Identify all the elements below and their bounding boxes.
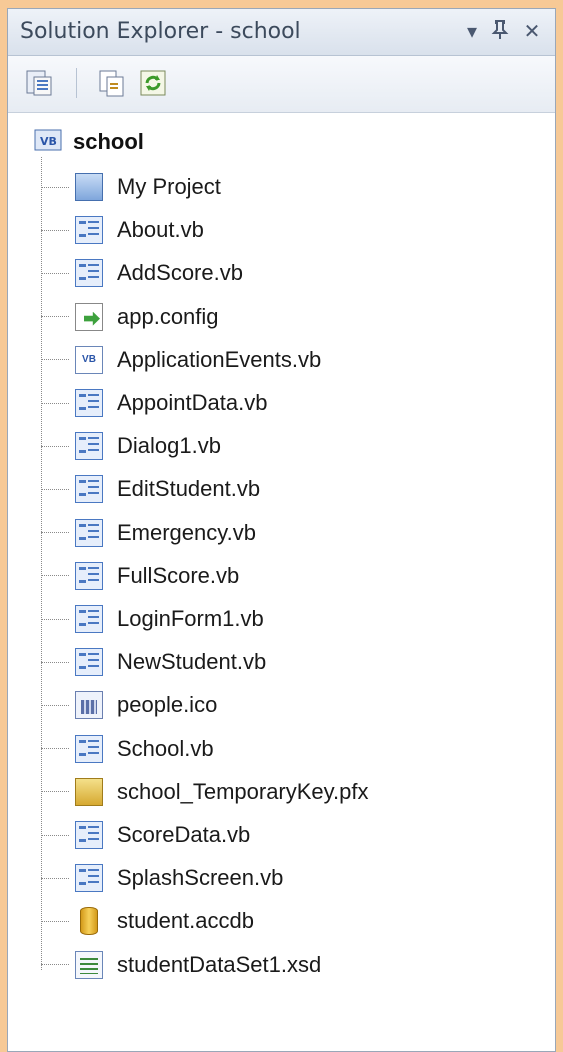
ico-file-icon xyxy=(75,691,103,720)
refresh-icon[interactable] xyxy=(138,68,168,98)
tree-item-label: ApplicationEvents.vb xyxy=(117,346,322,372)
tree-item[interactable]: FullScore.vb xyxy=(41,558,239,594)
form-icon xyxy=(75,605,103,633)
key-icon xyxy=(75,777,103,806)
tree-item[interactable]: AppointData.vb xyxy=(41,385,267,421)
tree-item-label: EditStudent.vb xyxy=(117,476,261,502)
tree-item[interactable]: Dialog1.vb xyxy=(41,428,221,464)
tree-connector xyxy=(41,402,69,404)
tree-item-label: ScoreData.vb xyxy=(117,822,251,847)
tree-item-label: school_TemporaryKey.pfx xyxy=(117,778,369,804)
database-icon xyxy=(80,907,98,936)
form-icon xyxy=(75,259,103,288)
tree-item-label: FullScore.vb xyxy=(117,562,240,588)
toolbar-separator xyxy=(76,68,77,98)
tree-root-label: school xyxy=(73,129,144,154)
form-icon xyxy=(75,648,103,677)
tree-item-label: studentDataSet1.xsd xyxy=(117,951,322,977)
tree-connector xyxy=(41,445,69,447)
tree-item[interactable]: Emergency.vb xyxy=(41,515,256,551)
tree-item[interactable]: people.ico xyxy=(41,687,217,723)
tree-item[interactable]: SplashScreen.vb xyxy=(41,860,283,896)
tree-connector xyxy=(41,618,69,620)
tree-connector xyxy=(41,575,69,577)
tree-item-label: NewStudent.vb xyxy=(117,649,267,675)
form-icon xyxy=(75,821,103,849)
solution-tree: VB school My Project About.vb AddScore.vb a… xyxy=(8,113,555,1051)
tree-item[interactable]: EditStudent.vb xyxy=(41,471,260,507)
svg-text:VB: VB xyxy=(40,135,57,148)
vb-file-icon: VB xyxy=(75,345,103,374)
tree-item[interactable]: student.accdb xyxy=(41,903,254,939)
tree-item[interactable]: About.vb xyxy=(41,212,204,248)
tree-connector xyxy=(41,532,69,534)
dataset-icon xyxy=(75,950,103,979)
tree-item-label: app.config xyxy=(117,303,219,329)
tree-connector xyxy=(41,877,69,879)
form-icon xyxy=(75,561,103,590)
vb-project-icon: VB xyxy=(33,126,63,159)
my-project-icon xyxy=(75,173,103,201)
tree-connector xyxy=(41,704,69,706)
tree-connector xyxy=(41,359,69,361)
tree-connector xyxy=(41,920,69,922)
window-frame: Solution Explorer - school ▾ ✕ VB school… xyxy=(0,0,563,1052)
form-icon xyxy=(75,518,103,547)
show-all-files-icon[interactable] xyxy=(96,68,126,98)
form-icon xyxy=(75,734,103,763)
pin-icon[interactable] xyxy=(488,18,512,44)
tree-item-label: AddScore.vb xyxy=(117,260,243,286)
tree-item[interactable]: school_TemporaryKey.pfx xyxy=(41,774,369,810)
tree-item-label: people.ico xyxy=(117,692,218,718)
properties-icon[interactable] xyxy=(24,68,54,98)
tree-item[interactable]: LoginForm1.vb xyxy=(41,601,264,637)
tree-item[interactable]: ScoreData.vb xyxy=(41,817,250,853)
form-icon xyxy=(75,864,103,893)
tree-item-label: About.vb xyxy=(117,217,204,243)
tree-connector xyxy=(41,964,69,966)
tree-item-label: Dialog1.vb xyxy=(117,433,221,459)
tree-item-label: My Project xyxy=(117,174,221,199)
tree-item-label: LoginForm1.vb xyxy=(117,606,264,631)
tree-item-label: Emergency.vb xyxy=(117,519,256,545)
tree-item-label: student.accdb xyxy=(117,908,254,934)
tree-connector xyxy=(41,834,69,836)
tree-root-school[interactable]: VB school xyxy=(33,125,144,159)
config-icon xyxy=(75,302,103,331)
tree-connector xyxy=(41,272,69,274)
tree-item[interactable]: My Project xyxy=(41,169,221,205)
tree-connector xyxy=(41,791,69,793)
tree-connector xyxy=(41,186,69,188)
toolbar xyxy=(8,56,555,113)
tree-connector xyxy=(41,661,69,663)
solution-explorer-panel: Solution Explorer - school ▾ ✕ VB school… xyxy=(7,8,556,1052)
tree-item[interactable]: VB ApplicationEvents.vb xyxy=(41,342,321,378)
tree-item-label: AppointData.vb xyxy=(117,390,268,415)
tree-item[interactable]: AddScore.vb xyxy=(41,255,243,291)
form-icon xyxy=(75,432,103,461)
tree-connector xyxy=(41,316,69,318)
form-icon xyxy=(75,389,103,417)
form-icon xyxy=(75,216,103,245)
tree-item-label: SplashScreen.vb xyxy=(117,865,284,891)
tree-connector xyxy=(41,748,69,750)
dropdown-icon[interactable]: ▾ xyxy=(460,18,484,44)
title-bar: Solution Explorer - school ▾ ✕ xyxy=(8,9,555,56)
tree-item[interactable]: studentDataSet1.xsd xyxy=(41,947,321,983)
tree-item[interactable]: School.vb xyxy=(41,731,214,767)
tree-connector xyxy=(41,488,69,490)
tree-item-label: School.vb xyxy=(117,735,214,761)
form-icon xyxy=(75,475,103,504)
panel-title: Solution Explorer - school xyxy=(20,19,301,44)
tree-connector xyxy=(41,229,69,231)
close-icon[interactable]: ✕ xyxy=(520,18,544,44)
tree-item[interactable]: app.config xyxy=(41,299,219,335)
tree-item[interactable]: NewStudent.vb xyxy=(41,644,266,680)
